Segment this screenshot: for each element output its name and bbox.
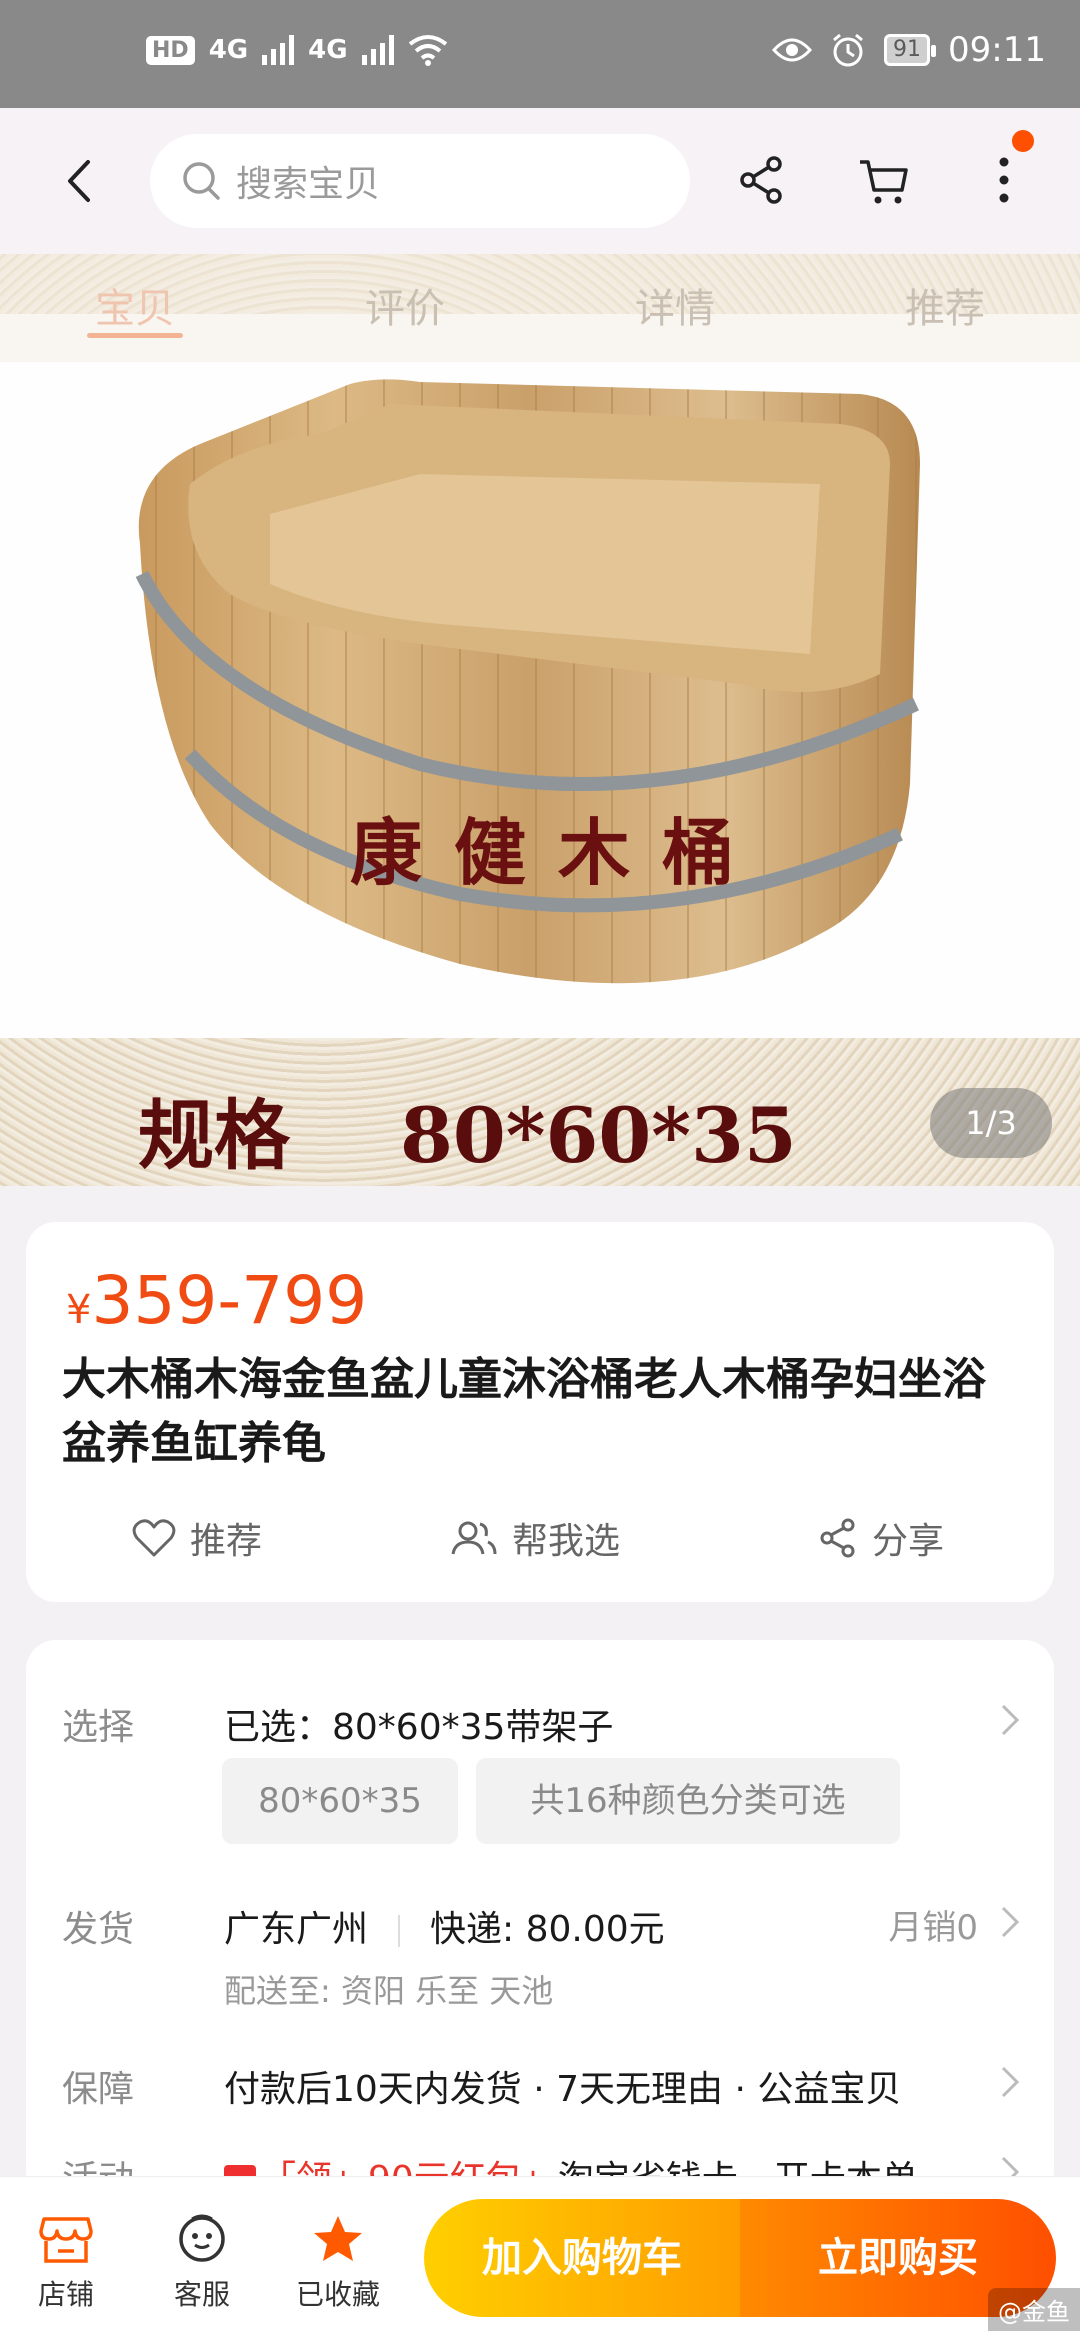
cart-icon[interactable] xyxy=(856,152,912,208)
ship-origin: 广东广州 xyxy=(224,1909,369,1950)
eye-icon xyxy=(772,38,813,62)
customer-service-button[interactable]: 客服 xyxy=(142,2213,262,2313)
favorite-button[interactable]: 已收藏 xyxy=(278,2213,398,2313)
search-box[interactable]: 搜索宝贝 xyxy=(150,134,690,228)
favorited-label: 已收藏 xyxy=(295,2278,380,2311)
signal-icon-2 xyxy=(361,35,394,65)
spec-value: 80*60*35 xyxy=(400,1091,797,1180)
shipping-row[interactable]: 发货 广东广州 快递: 80.00元 月销0 配送至: 资阳 乐至 天池 xyxy=(62,1900,1022,2010)
deliver-to: 配送至: 资阳 乐至 天池 xyxy=(224,1972,554,2010)
product-actions: 推荐 帮我选 分享 xyxy=(26,1512,1054,1572)
search-placeholder: 搜索宝贝 xyxy=(236,164,381,205)
star-icon xyxy=(314,2216,362,2261)
price-range: 359-799 xyxy=(91,1262,368,1339)
color-options-chip[interactable]: 共16种颜色分类可选 xyxy=(476,1758,900,1844)
image-caption: 康健木桶 xyxy=(350,810,767,895)
sim1-label: 4G xyxy=(208,35,249,65)
shipping-fee: 快递: 80.00元 xyxy=(430,1909,665,1950)
share-icon xyxy=(820,1518,855,1558)
spec-chip[interactable]: 80*60*35 xyxy=(222,1758,458,1844)
chevron-right-icon xyxy=(1001,1906,1020,1938)
back-arrow-icon[interactable] xyxy=(56,156,106,206)
top-nav: 搜索宝贝 xyxy=(0,108,1080,254)
product-title: 大木桶木海金鱼盆儿童沐浴桶老人木桶孕妇坐浴盆养鱼缸养龟 xyxy=(62,1354,986,1469)
shop-button[interactable]: 店铺 xyxy=(6,2213,126,2313)
people-icon xyxy=(451,1521,497,1555)
status-left: HD 4G 4G xyxy=(146,34,448,66)
monthly-sales: 月销0 xyxy=(888,1908,978,1948)
product-details-card: 选择 已选：80*60*35带架子 80*60*35 共16种颜色分类可选 发货… xyxy=(26,1640,1054,2200)
image-counter: 1/3 xyxy=(930,1088,1052,1158)
tab-details[interactable]: 详情 xyxy=(540,254,810,362)
clock: 09:11 xyxy=(948,30,1046,70)
divider xyxy=(398,1915,401,1947)
currency-symbol: ¥ xyxy=(66,1287,92,1333)
share-label: 分享 xyxy=(872,1521,945,1562)
bottom-action-bar: 店铺 客服 已收藏 加入购物车 立即购买 xyxy=(0,2176,1080,2340)
tab-recommend[interactable]: 推荐 xyxy=(810,254,1080,362)
shipping-info: 广东广州 快递: 80.00元 xyxy=(224,1900,665,1952)
shipping-label: 发货 xyxy=(62,1909,135,1950)
status-bar: HD 4G 4G 91 09:11 xyxy=(0,0,1080,108)
price: ¥359-799 xyxy=(66,1262,367,1339)
status-right: 91 09:11 xyxy=(772,30,1046,70)
tab-reviews[interactable]: 评价 xyxy=(270,254,540,362)
shop-label: 店铺 xyxy=(37,2278,94,2311)
guarantee-value: 付款后10天内发货 · 7天无理由 · 公益宝贝 xyxy=(224,2069,902,2110)
select-row[interactable]: 选择 已选：80*60*35带架子 80*60*35 共16种颜色分类可选 xyxy=(62,1698,1022,1848)
tab-item[interactable]: 宝贝 xyxy=(0,254,270,362)
sim2-label: 4G xyxy=(308,35,348,65)
recommend-button[interactable]: 推荐 xyxy=(132,1512,262,1564)
guarantee-row[interactable]: 保障 付款后10天内发货 · 7天无理由 · 公益宝贝 xyxy=(62,2060,1022,2110)
store-icon xyxy=(39,2217,93,2263)
notification-dot xyxy=(1012,130,1034,152)
heart-icon xyxy=(132,1519,176,1557)
chevron-right-icon xyxy=(1001,1704,1020,1736)
product-info-card: ¥359-799 大木桶木海金鱼盆儿童沐浴桶老人木桶孕妇坐浴盆养鱼缸养龟 推荐 … xyxy=(26,1222,1054,1602)
purchase-buttons: 加入购物车 立即购买 xyxy=(424,2199,1056,2317)
signal-icon xyxy=(262,35,295,65)
add-to-cart-button[interactable]: 加入购物车 xyxy=(424,2199,740,2317)
spec-label: 规格 xyxy=(138,1091,290,1180)
search-icon xyxy=(183,162,220,200)
share-button[interactable]: 分享 xyxy=(818,1512,944,1564)
wifi-icon xyxy=(408,35,447,66)
product-image-gallery[interactable]: 康健木桶 规格 80*60*35 1/3 xyxy=(0,254,1080,1186)
hd-badge: HD xyxy=(146,35,195,65)
help-choose-label: 帮我选 xyxy=(512,1521,621,1562)
chevron-right-icon xyxy=(1001,2066,1020,2098)
help-choose-button[interactable]: 帮我选 xyxy=(450,1512,620,1564)
recommend-label: 推荐 xyxy=(190,1521,263,1562)
watermark: @金鱼 xyxy=(988,2288,1080,2331)
battery-indicator: 91 xyxy=(884,34,937,66)
select-value: 已选：80*60*35带架子 xyxy=(224,1707,614,1748)
select-label: 选择 xyxy=(62,1707,135,1748)
more-icon[interactable] xyxy=(976,152,1032,208)
image-spec: 规格 80*60*35 xyxy=(138,1074,797,1184)
alarm-icon xyxy=(833,33,863,67)
share-icon[interactable] xyxy=(734,152,790,208)
wooden-tub-image xyxy=(135,379,920,984)
service-face-icon xyxy=(179,2214,225,2262)
section-tabs: 宝贝 评价 详情 推荐 xyxy=(0,254,1080,362)
service-label: 客服 xyxy=(173,2278,230,2311)
guarantee-label: 保障 xyxy=(62,2069,135,2110)
